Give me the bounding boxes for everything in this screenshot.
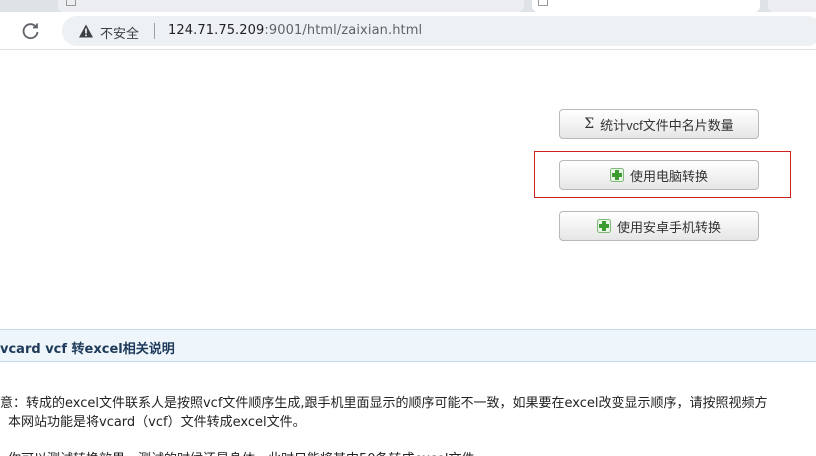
android-convert-label: 使用安卓手机转换 — [616, 219, 721, 235]
sigma-icon: Σ — [584, 116, 595, 132]
count-cards-button[interactable]: Σ 统计vcf文件中名片数量 — [559, 109, 759, 139]
url-path: :9001/html/zaixian.html — [264, 23, 423, 38]
page-icon — [66, 0, 76, 6]
android-convert-button[interactable]: 使用安卓手机转换 — [559, 211, 759, 241]
warning-triangle-icon[interactable] — [78, 23, 94, 39]
tab-inactive[interactable] — [58, 0, 524, 12]
url-text[interactable]: 124.71.75.209:9001/html/zaixian.html — [168, 23, 422, 38]
feature-line: 本网站功能是将vcard（vcf）文件转成excel文件。 — [8, 415, 306, 430]
note-line: 意：转成的excel文件联系人是按照vcf文件顺序生成,跟手机里面显示的顺序可能… — [0, 396, 768, 411]
panel-title: vcard vcf 转excel相关说明 — [0, 342, 175, 357]
security-status[interactable]: 不安全 — [100, 23, 139, 42]
count-cards-label: 统计vcf文件中名片数量 — [600, 117, 734, 133]
omnibox-divider — [154, 23, 155, 39]
browser-toolbar: 不安全 124.71.75.209:9001/html/zaixian.html — [0, 12, 816, 50]
green-plus-icon — [596, 219, 611, 233]
panel-header: vcard vcf 转excel相关说明 — [0, 329, 816, 362]
tab-previous[interactable] — [0, 0, 50, 12]
address-bar[interactable]: 不安全 124.71.75.209:9001/html/zaixian.html — [62, 16, 816, 46]
tab-next[interactable] — [768, 0, 816, 12]
pc-convert-label: 使用电脑转换 — [629, 168, 708, 184]
tab-active[interactable] — [532, 0, 760, 12]
reload-icon[interactable] — [20, 20, 42, 42]
green-plus-icon — [609, 168, 624, 182]
tab-strip — [0, 0, 816, 12]
pc-convert-button[interactable]: 使用电脑转换 — [559, 160, 759, 190]
url-host: 124.71.75.209 — [168, 23, 265, 38]
test-line: 你可以测试转换效果，测试的时候还是身体，此时只能将其中50条转成excel文件 — [8, 448, 475, 456]
page-icon — [538, 0, 548, 6]
